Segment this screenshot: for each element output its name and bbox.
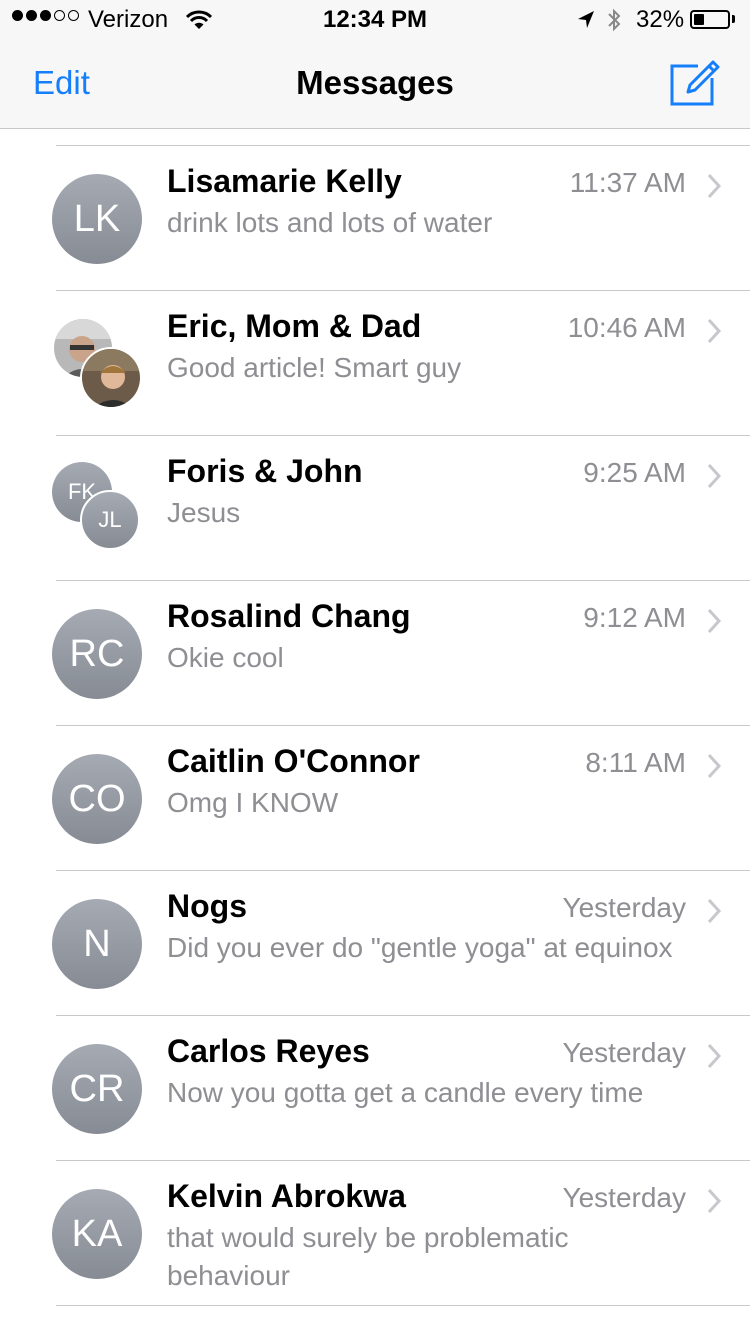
conversation-row[interactable]: FK JL Foris & John 9:25 AM Jesus (0, 436, 750, 581)
location-arrow-icon (577, 9, 595, 37)
contact-name: Eric, Mom & Dad (167, 308, 422, 344)
signal-dot (40, 10, 51, 21)
contact-name: Rosalind Chang (167, 598, 411, 634)
chevron-right-icon (706, 1043, 722, 1074)
avatar: JL (80, 490, 140, 550)
message-preview: Good article! Smart guy (167, 352, 462, 383)
contact-name: Foris & John (167, 453, 363, 489)
chevron-right-icon (706, 318, 722, 349)
contact-name: Lisamarie Kelly (167, 163, 402, 199)
avatar: CR (52, 1044, 142, 1134)
chevron-right-icon (706, 463, 722, 494)
conversation-row[interactable]: LK Lisamarie Kelly 11:37 AM drink lots a… (0, 146, 750, 291)
battery-level (694, 14, 704, 25)
signal-dot (54, 10, 65, 21)
avatar: RC (52, 609, 142, 699)
contact-name: Kelvin Abrokwa (167, 1178, 406, 1214)
page-title: Messages (296, 64, 454, 101)
battery-percentage: 32% (636, 6, 685, 33)
wifi-icon (185, 9, 213, 37)
conversation-row[interactable]: Eric, Mom & Dad 10:46 AM Good article! S… (0, 291, 750, 436)
message-preview: Did you ever do "gentle yoga" at equinox (167, 932, 673, 963)
chevron-right-icon (706, 1188, 722, 1219)
battery-icon (690, 10, 730, 29)
signal-strength-icon (12, 10, 79, 21)
bluetooth-icon (606, 6, 622, 41)
group-photo-avatar-2 (80, 347, 142, 409)
message-preview: that would surely be problematic behavio… (167, 1222, 569, 1291)
message-time: 9:12 AM (583, 602, 686, 633)
chevron-right-icon (706, 753, 722, 784)
message-time: Yesterday (562, 1037, 687, 1068)
conversation-row[interactable]: RC Rosalind Chang 9:12 AM Okie cool (0, 581, 750, 726)
edit-button[interactable]: Edit (33, 64, 90, 102)
message-time: Yesterday (562, 1182, 687, 1213)
conversation-row[interactable]: CO Caitlin O'Connor 8:11 AM Omg I KNOW (0, 726, 750, 871)
message-preview: Jesus (167, 497, 241, 528)
signal-dot (68, 10, 79, 21)
message-time: Yesterday (562, 892, 687, 923)
avatar: KA (52, 1189, 142, 1279)
chevron-right-icon (706, 898, 722, 929)
message-preview: drink lots and lots of water (167, 207, 493, 238)
message-time: 8:11 AM (585, 747, 686, 778)
chevron-right-icon (706, 608, 722, 639)
message-time: 11:37 AM (569, 167, 686, 198)
avatar: CO (52, 754, 142, 844)
signal-dot (12, 10, 23, 21)
message-preview: Okie cool (167, 642, 284, 673)
message-time: 10:46 AM (567, 312, 686, 343)
row-divider (56, 1305, 750, 1306)
avatar: LK (52, 174, 142, 264)
conversation-row[interactable]: CR Carlos Reyes Yesterday Now you gotta … (0, 1016, 750, 1161)
compose-icon[interactable] (668, 58, 722, 108)
avatar: N (52, 899, 142, 989)
contact-name: Carlos Reyes (167, 1033, 370, 1069)
signal-dot (26, 10, 37, 21)
conversation-row[interactable]: N Nogs Yesterday Did you ever do "gentle… (0, 871, 750, 1016)
contact-name: Caitlin O'Connor (167, 743, 420, 779)
message-preview: Now you gotta get a candle every time (167, 1077, 644, 1108)
navigation-bar: Verizon 12:34 PM 32% Edit Messages (0, 0, 750, 129)
message-time: 9:25 AM (583, 457, 686, 488)
message-preview: Omg I KNOW (167, 787, 339, 818)
status-bar: Verizon 12:34 PM 32% (0, 0, 750, 40)
conversation-row[interactable]: KA Kelvin Abrokwa Yesterday that would s… (0, 1161, 750, 1306)
chevron-right-icon (706, 173, 722, 204)
contact-name: Nogs (167, 888, 247, 924)
carrier-name: Verizon (88, 6, 169, 33)
battery-nub (732, 15, 735, 23)
